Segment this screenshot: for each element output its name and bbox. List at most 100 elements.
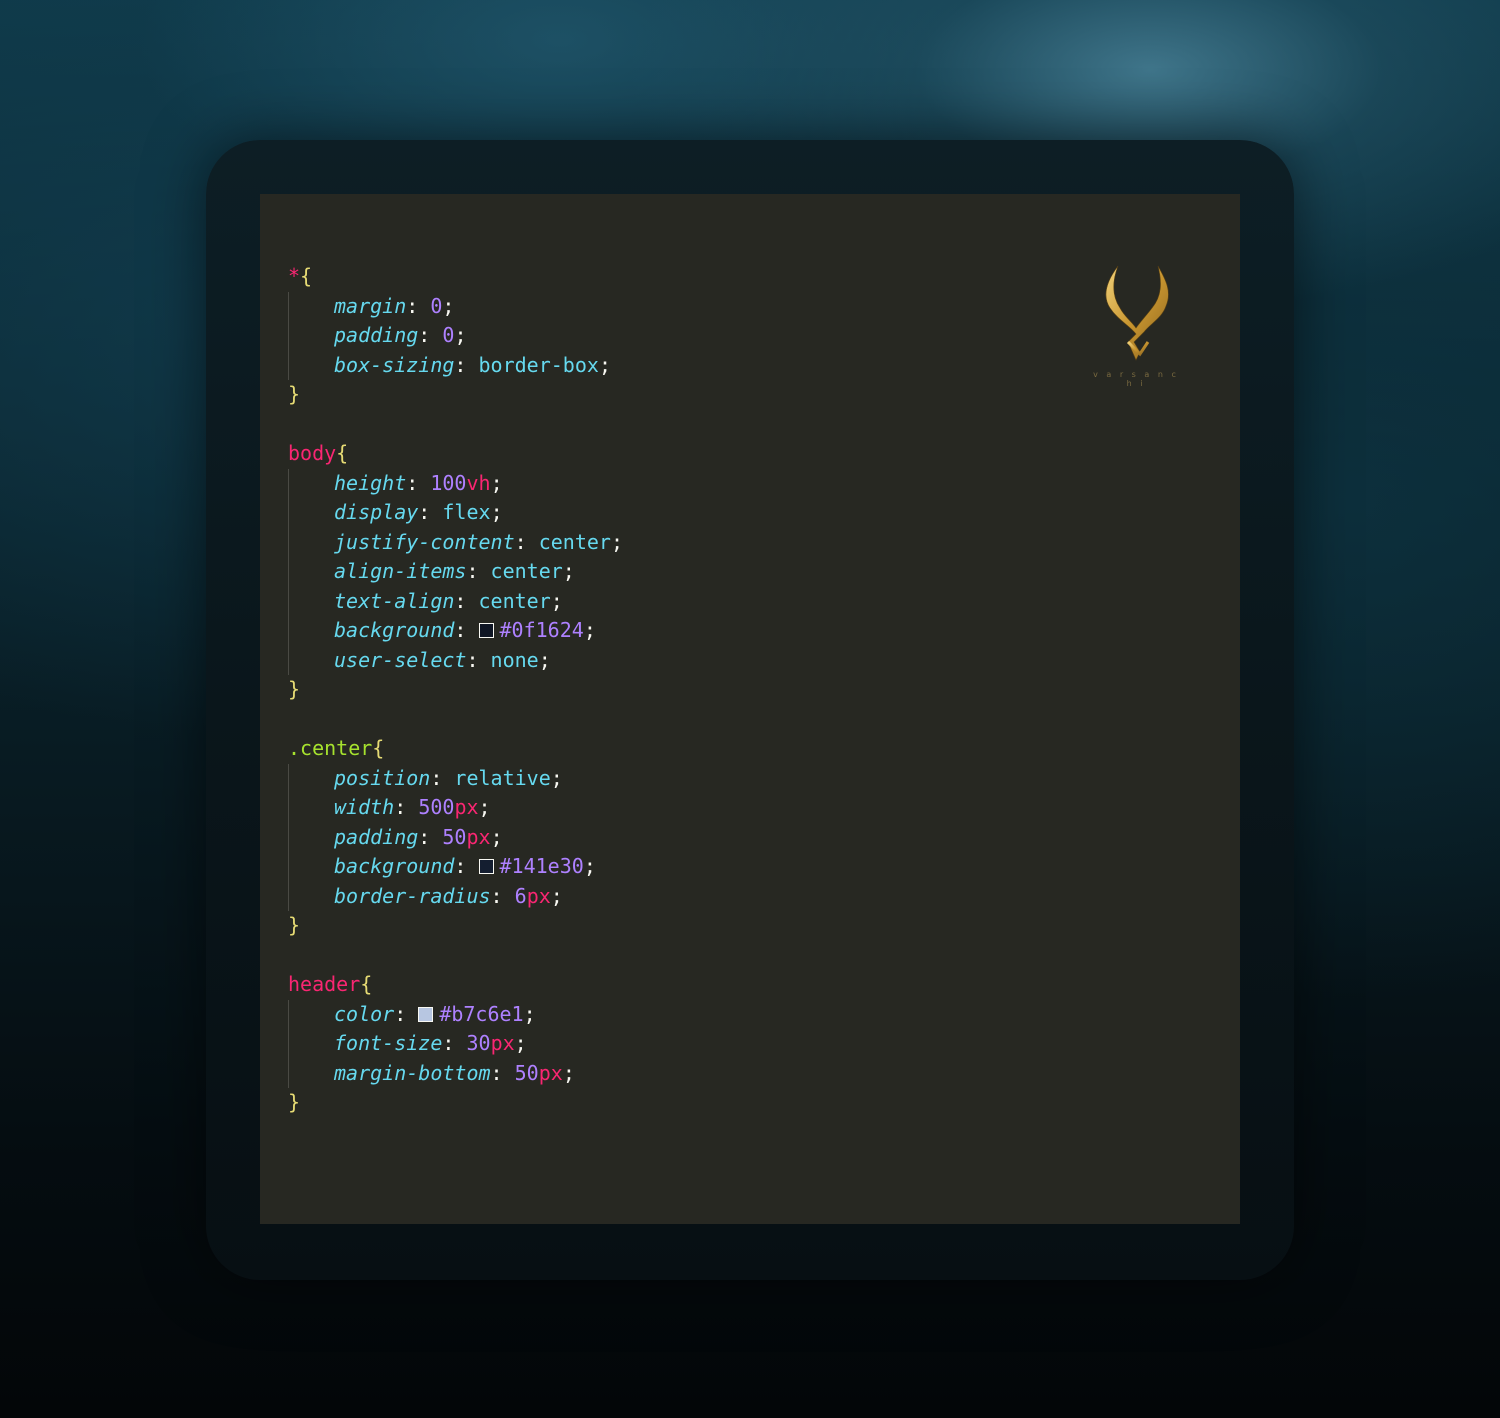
colon: : — [418, 500, 443, 524]
colon: : — [454, 352, 479, 377]
colon: : — [406, 470, 431, 495]
selector: header — [288, 972, 361, 996]
semicolon: ; — [442, 293, 455, 318]
rule-selector-line: .center{ — [288, 734, 623, 764]
semicolon: ; — [550, 883, 563, 908]
color-swatch-icon — [478, 623, 494, 638]
colon: : — [442, 1031, 467, 1055]
property-name: height — [334, 470, 407, 495]
declaration-line: margin-bottom: 50px; — [288, 1059, 623, 1089]
selector: .center — [288, 736, 373, 760]
semicolon: ; — [610, 529, 624, 554]
property-name: width — [334, 795, 395, 819]
property-value: vh — [466, 470, 491, 495]
property-value: relative — [454, 765, 551, 790]
rule-selector-line: header{ — [288, 970, 623, 1000]
declaration-group: position: relative; width: 500px; padding:… — [288, 763, 623, 912]
declaration-line: height: 100vh; — [288, 469, 623, 499]
property-name: border-radius — [334, 883, 491, 908]
close-brace: } — [288, 1090, 301, 1114]
open-brace: { — [372, 736, 385, 760]
property-value: 30 — [466, 1031, 491, 1055]
semicolon: ; — [598, 352, 611, 377]
close-brace: } — [288, 382, 301, 406]
declaration-line: border-radius: 6px; — [288, 882, 623, 912]
property-name: margin-bottom — [334, 1060, 491, 1085]
property-name: justify-content — [334, 529, 515, 554]
semicolon: ; — [514, 1031, 527, 1055]
semicolon: ; — [583, 854, 596, 878]
property-value: 50 — [514, 1060, 539, 1085]
semicolon: ; — [562, 559, 575, 583]
declaration-line: display: flex; — [288, 498, 623, 528]
colon: : — [466, 559, 491, 583]
property-name: box-sizing — [334, 352, 455, 377]
property-value: #b7c6e1 — [439, 1001, 524, 1026]
property-name: background — [334, 618, 455, 642]
property-value: center — [490, 559, 563, 583]
color-swatch-icon — [418, 1006, 434, 1022]
property-value: 0 — [442, 323, 455, 347]
rule-close-line: } — [288, 675, 623, 705]
declaration-group: color: #b7c6e1; font-size: 30px; margin-bo… — [288, 999, 623, 1089]
declaration-line: margin: 0; — [288, 292, 623, 322]
colon: : — [454, 618, 479, 642]
property-value: px — [466, 824, 491, 849]
declaration-group: height: 100vh; display: flex; justify-cont… — [288, 468, 623, 676]
property-name: color — [334, 1001, 395, 1026]
declaration-line: background: #0f1624; — [288, 616, 623, 646]
property-value: 100 — [430, 470, 467, 495]
declaration-line: text-align: center; — [288, 587, 623, 617]
declaration-line: user-select: none; — [288, 646, 623, 676]
close-brace: } — [288, 913, 301, 937]
property-value: #0f1624 — [499, 618, 584, 642]
property-value: px — [538, 1060, 563, 1085]
property-value: none — [490, 647, 539, 672]
property-value: 50 — [442, 824, 467, 849]
declaration-line: padding: 50px; — [288, 823, 623, 853]
property-name: text-align — [334, 588, 455, 613]
color-swatch-icon — [478, 859, 494, 874]
declaration-line: width: 500px; — [288, 793, 623, 823]
open-brace: { — [300, 264, 313, 288]
horned-v-logo-icon — [1105, 265, 1169, 361]
declaration-line: justify-content: center; — [288, 528, 623, 558]
colon: : — [490, 883, 515, 908]
declaration-line: padding: 0; — [288, 321, 623, 351]
declaration-line: background: #141e30; — [288, 852, 623, 882]
colon: : — [454, 588, 479, 613]
colon: : — [418, 323, 443, 347]
property-value: 0 — [430, 293, 443, 318]
colon: : — [466, 647, 491, 672]
property-name: align-items — [334, 559, 467, 583]
rule-close-line: } — [288, 911, 623, 941]
selector: * — [288, 264, 301, 288]
property-name: user-select — [334, 647, 467, 672]
declaration-line: align-items: center; — [288, 557, 623, 587]
property-value: px — [490, 1031, 515, 1055]
declaration-line: box-sizing: border-box; — [288, 351, 623, 381]
property-name: position — [334, 765, 431, 790]
colon: : — [430, 765, 455, 790]
rule-selector-line: body{ — [288, 439, 623, 469]
property-value: px — [526, 883, 551, 908]
property-value: 6 — [514, 883, 527, 908]
property-value: flex — [442, 500, 491, 524]
colon: : — [394, 795, 419, 819]
semicolon: ; — [478, 795, 491, 819]
declaration-line: font-size: 30px; — [288, 1029, 623, 1059]
property-value: px — [454, 795, 479, 819]
property-value: border-box — [478, 352, 599, 377]
property-name: font-size — [334, 1031, 443, 1055]
semicolon: ; — [550, 765, 563, 790]
property-value: center — [538, 529, 611, 554]
property-name: display — [334, 500, 419, 524]
rule-close-line: } — [288, 380, 623, 410]
semicolon: ; — [583, 618, 596, 642]
semicolon: ; — [490, 500, 503, 524]
css-code-block: *{margin: 0; padding: 0; box-sizing: borde… — [288, 262, 623, 1118]
logo-wordmark: v a r s a n c h i — [1093, 370, 1179, 388]
